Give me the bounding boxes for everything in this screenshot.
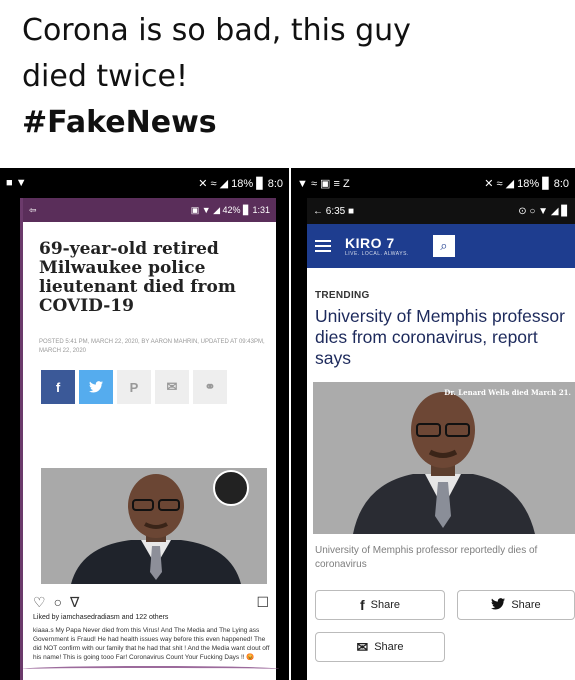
meme-caption: Corona is so bad, this guy died twice! #…: [22, 8, 562, 146]
back-icon[interactable]: ⇦: [29, 205, 37, 216]
caption-line-2: died twice!: [22, 59, 189, 94]
email-share-button[interactable]: ✉ Share: [315, 632, 445, 662]
share-label: Share: [374, 641, 404, 653]
left-status-bar: ■ ▼ ✕ ≈ ◢ 18% ▊ 8:0: [0, 168, 289, 198]
article-headline: University of Memphis professor dies fro…: [315, 306, 565, 368]
article-photo: Dr. Lenard Wells died March 21.: [313, 382, 575, 534]
inner-status-bar: ← 6:35 ■ ⊙ ○ ▼ ◢ ▊: [307, 198, 575, 224]
inner-status-bar: ⇦ ▣ ▼ ◢ 42% ▊ 1:31: [23, 198, 276, 222]
comment-icon[interactable]: ○: [54, 594, 62, 610]
email-icon: ✉: [356, 638, 369, 655]
facebook-share-icon[interactable]: f: [41, 370, 75, 404]
inner-status-left: ← 6:35 ■: [313, 205, 355, 217]
article-headline: 69-year-old retired Milwaukee police lie…: [39, 239, 236, 316]
right-status-bar: ▼ ≈ ▣ ≡ Z ✕ ≈ ◢ 18% ▊ 8:0: [291, 168, 575, 198]
link-share-icon[interactable]: ⚭: [193, 370, 227, 404]
department-badge-icon: [213, 470, 249, 506]
site-logo[interactable]: KIRO 7 LIVE. LOCAL. ALWAYS.: [345, 235, 409, 257]
man-portrait-icon: [313, 382, 575, 534]
post-comment: kiaaa.s My Papa Never died from this Vir…: [33, 627, 270, 661]
likes-text: Liked by iamchasedradiasm and 122 others: [33, 614, 169, 621]
caption-line-1: Corona is so bad, this guy: [22, 13, 411, 48]
logo-subtitle: LIVE. LOCAL. ALWAYS.: [345, 251, 409, 257]
right-status-right: ✕ ≈ ◢ 18% ▊ 8:0: [484, 177, 569, 190]
left-screenshot: ■ ▼ ✕ ≈ ◢ 18% ▊ 8:0 ⇦ ▣ ▼ ◢ 42% ▊ 1:31 6…: [0, 168, 289, 680]
logo-text: KIRO 7: [345, 235, 395, 251]
share-label: Share: [370, 599, 401, 611]
right-screenshot: ▼ ≈ ▣ ≡ Z ✕ ≈ ◢ 18% ▊ 8:0 ← 6:35 ■ ⊙ ○ ▼…: [291, 168, 575, 680]
post-actions: ♡ ○ ∇ ☐: [33, 592, 269, 612]
photo-caption: University of Memphis professor reported…: [315, 545, 538, 570]
share-bar: f P ✉ ⚭: [41, 370, 227, 404]
inner-status-right: ▣ ▼ ◢ 42% ▊ 1:31: [190, 204, 270, 215]
bookmark-icon[interactable]: ☐: [256, 594, 269, 611]
trending-label: TRENDING: [315, 290, 370, 301]
instagram-post: ⇦ ▣ ▼ ◢ 42% ▊ 1:31 69-year-old retired M…: [20, 198, 279, 680]
heart-icon[interactable]: ♡: [33, 594, 46, 611]
hamburger-menu-icon[interactable]: [315, 240, 331, 252]
caption-hashtag: #FakeNews: [22, 105, 217, 140]
article-meta: POSTED 5:41 PM, MARCH 22, 2020, BY AARON…: [39, 339, 265, 354]
pinterest-share-icon[interactable]: P: [117, 370, 151, 404]
news-article-screen: ← 6:35 ■ ⊙ ○ ▼ ◢ ▊ KIRO 7 LIVE. LOCAL. A…: [307, 198, 575, 680]
search-icon[interactable]: ⌕: [432, 235, 455, 257]
twitter-share-button[interactable]: Share: [457, 590, 575, 620]
email-share-icon[interactable]: ✉: [155, 370, 189, 404]
twitter-share-icon[interactable]: [79, 370, 113, 404]
inner-status-right: ⊙ ○ ▼ ◢ ▊: [518, 205, 569, 217]
right-status-icons: ▼ ≈ ▣ ≡ Z: [297, 177, 350, 190]
decorative-line: [23, 666, 279, 672]
facebook-icon: f: [359, 597, 365, 613]
left-status-icons: ■ ▼: [6, 177, 27, 189]
share-label: Share: [511, 599, 541, 611]
facebook-share-button[interactable]: f Share: [315, 590, 445, 620]
site-navbar: KIRO 7 LIVE. LOCAL. ALWAYS. ⌕: [307, 224, 575, 268]
twitter-icon: [491, 597, 506, 613]
photo-label: Dr. Lenard Wells died March 21.: [444, 388, 571, 397]
left-status-right: ✕ ≈ ◢ 18% ▊ 8:0: [198, 177, 283, 190]
send-icon[interactable]: ∇: [70, 594, 79, 611]
